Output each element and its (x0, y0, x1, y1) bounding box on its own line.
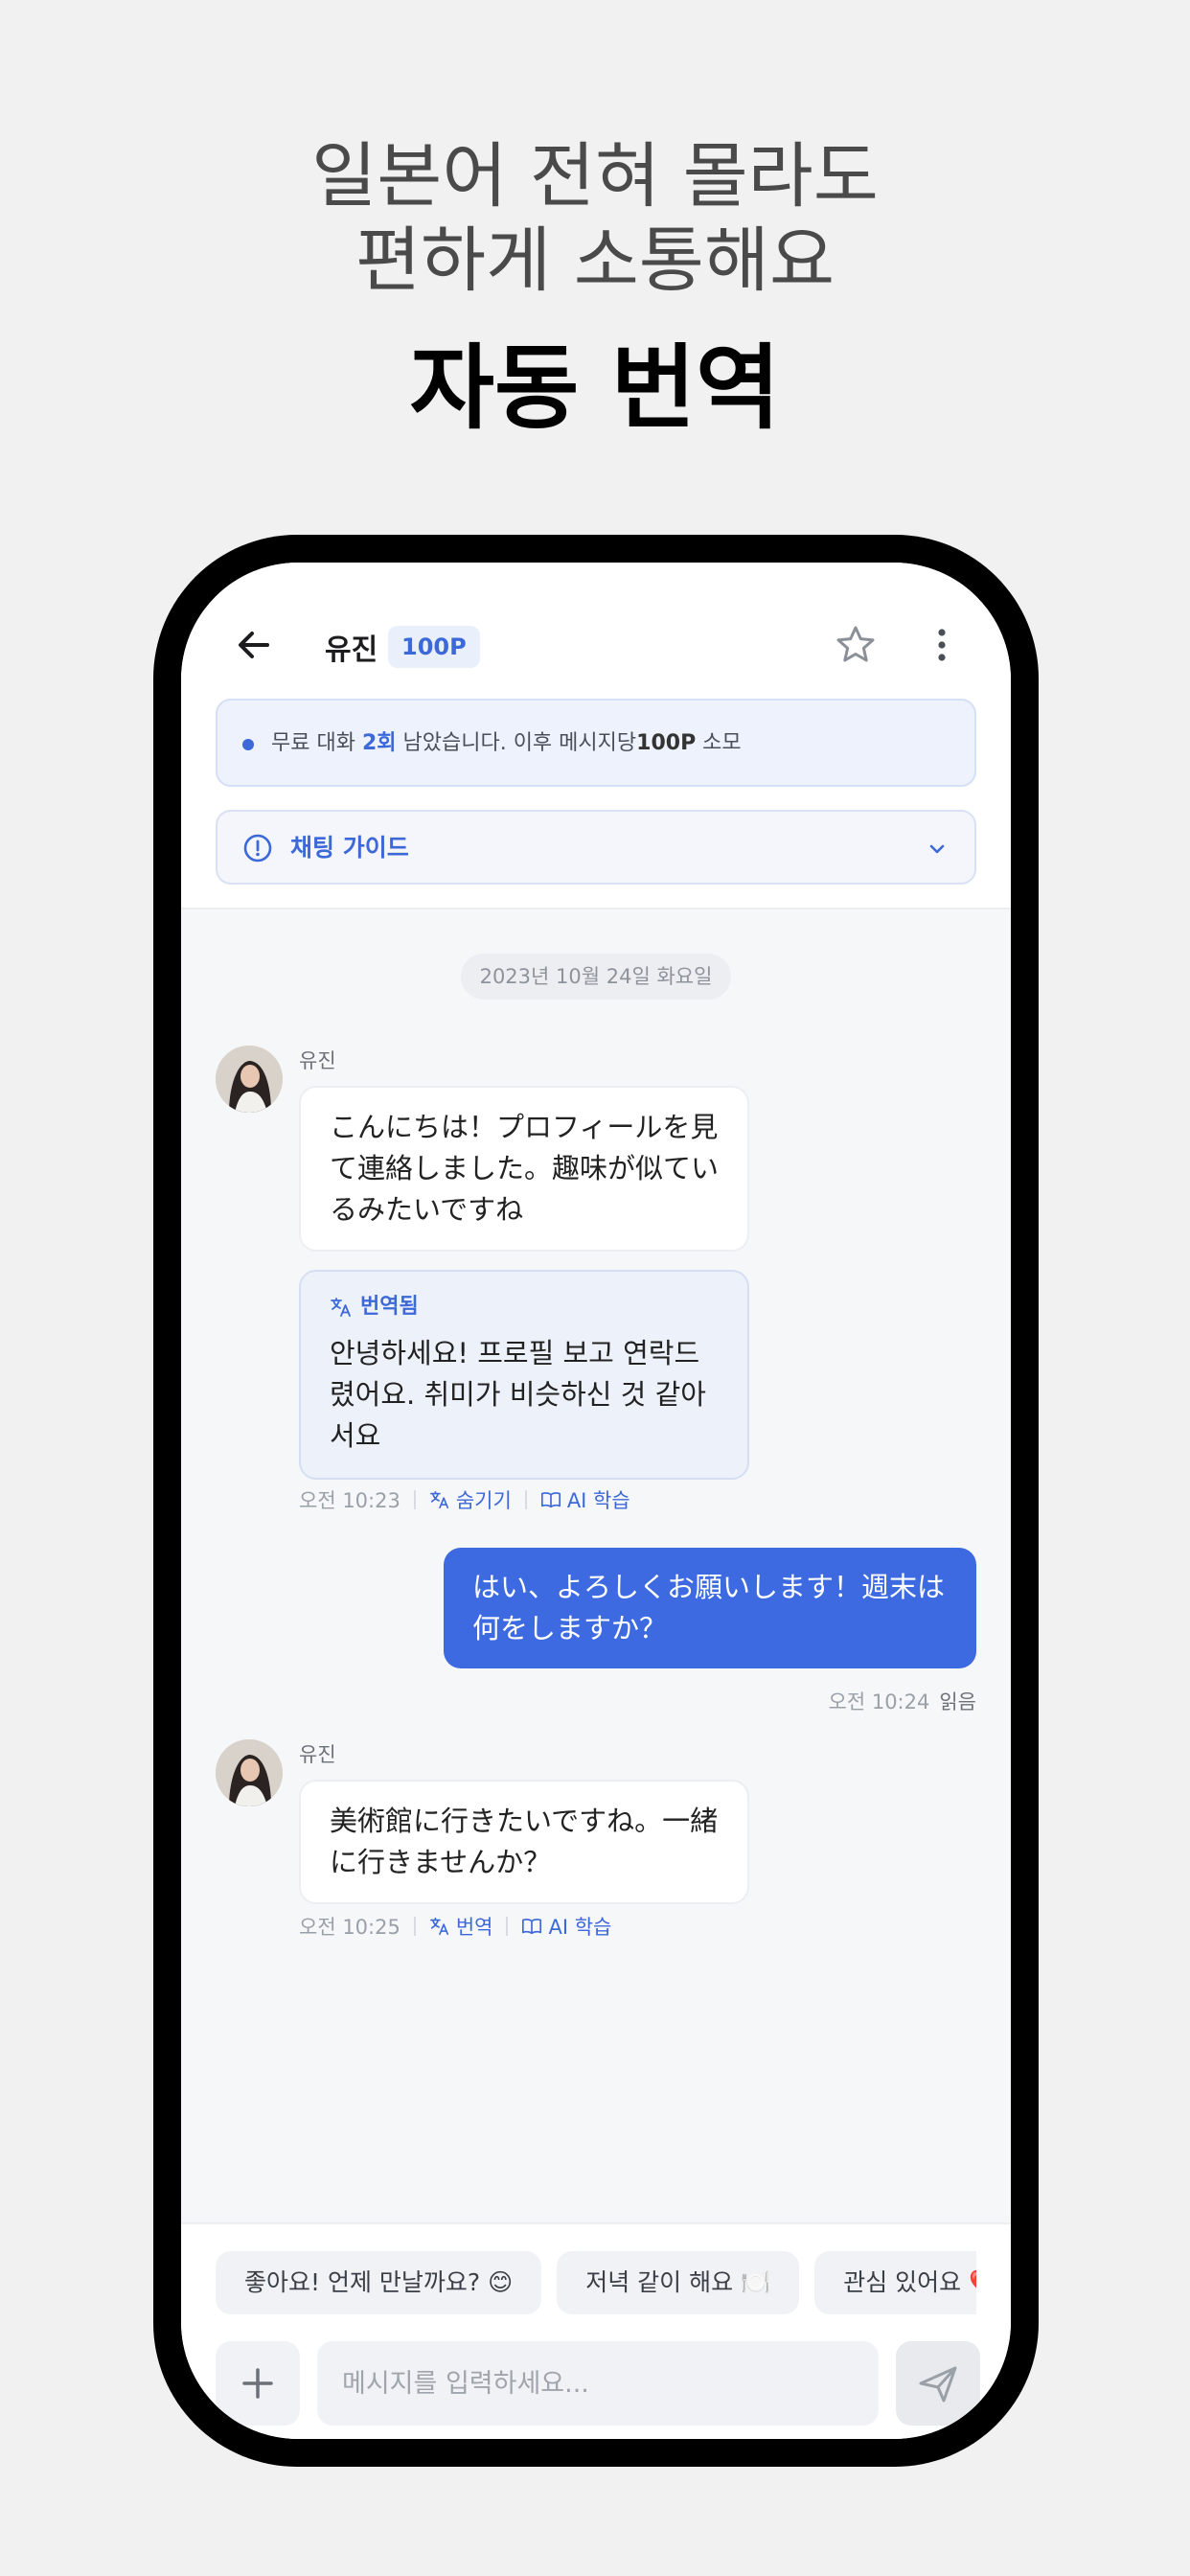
notice-prefix: 무료 대화 (271, 731, 362, 755)
sender-name: 유진 (299, 1049, 336, 1072)
incoming-message-bubble[interactable]: 美術館に行きたいですね。一緒に行きませんか？ (299, 1780, 749, 1904)
avatar[interactable] (216, 1739, 283, 1806)
read-status: 읽음 (939, 1690, 976, 1714)
plus-icon (242, 2368, 273, 2399)
quick-replies: 좋아요! 언제 만날까요? 😊저녁 같이 해요 🍽️관심 있어요 ❤️ (216, 2251, 976, 2314)
send-icon (919, 2366, 957, 2403)
divider (524, 1490, 527, 1509)
message-time: 오전 10:25 (299, 1916, 400, 1939)
notice-dot-icon (242, 739, 254, 750)
incoming-message-bubble[interactable]: こんにちは！プロフィールを見て連絡しました。趣味が似ているみたいですね (299, 1086, 749, 1252)
divider (413, 1490, 416, 1509)
book-icon (540, 1492, 561, 1508)
promo-subtitle: 일본어 전혀 몰라도 편하게 소통해요 (0, 134, 1190, 303)
notice-suffix: 소모 (696, 731, 742, 755)
chat-header: 유진 100P 무료 대화 2회 남았습니다. 이후 메시지당100P 소모 채… (181, 563, 1011, 909)
outgoing-message-bubble[interactable]: はい、よろしくお願いします！週末は何をしますか？ (444, 1548, 976, 1668)
avatar[interactable] (216, 1046, 283, 1113)
profile-photo-icon (216, 1739, 283, 1806)
quick-reply-chip[interactable]: 관심 있어요 ❤️ (814, 2251, 976, 2314)
ai-learn-button[interactable]: AI 학습 (521, 1912, 611, 1941)
notice-middle: 남았습니다. 이후 메시지당 (396, 731, 637, 755)
free-chat-notice: 무료 대화 2회 남았습니다. 이후 메시지당100P 소모 (216, 699, 976, 787)
message-meta: 오전 10:23 숨기기 AI 학습 (299, 1485, 630, 1514)
notice-text: 무료 대화 2회 남았습니다. 이후 메시지당100P 소모 (271, 727, 742, 760)
translated-text: 안녕하세요! 프로필 보고 연락드렸어요. 취미가 비슷하신 것 같아서요 (330, 1337, 706, 1452)
quick-reply-chip[interactable]: 좋아요! 언제 만날까요? 😊 (216, 2251, 542, 2314)
star-icon (836, 626, 875, 662)
book-icon (522, 1919, 542, 1935)
translated-header: 번역됨 (330, 1293, 719, 1322)
more-options-button[interactable] (919, 622, 965, 668)
promo-subtitle-line2: 편하게 소통해요 (355, 219, 835, 302)
message-input[interactable] (317, 2341, 879, 2426)
more-vertical-icon (938, 629, 946, 661)
hide-translation-label: 숨기기 (455, 1489, 512, 1512)
ai-learn-label: AI 학습 (566, 1489, 630, 1512)
chevron-down-icon (929, 844, 945, 854)
date-divider: 2023년 10월 24일 화요일 (461, 954, 731, 1000)
chat-guide-toggle[interactable]: 채팅 가이드 (216, 810, 976, 885)
quick-reply-chip[interactable]: 저녁 같이 해요 🍽️ (557, 2251, 800, 2314)
message-meta: 오전 10:25 번역 AI 학습 (299, 1912, 611, 1941)
phone-frame: 유진 100P 무료 대화 2회 남았습니다. 이후 메시지당100P 소모 채… (153, 535, 1039, 2467)
profile-photo-icon (216, 1046, 283, 1113)
notice-count: 2회 (361, 731, 397, 755)
notice-cost: 100P (636, 731, 697, 755)
ai-learn-button[interactable]: AI 학습 (540, 1485, 630, 1514)
divider (413, 1917, 416, 1936)
composer-area: 좋아요! 언제 만날까요? 😊저녁 같이 해요 🍽️관심 있어요 ❤️ (181, 2222, 1011, 2439)
phone-screen: 유진 100P 무료 대화 2회 남았습니다. 이후 메시지당100P 소모 채… (181, 563, 1011, 2439)
message-time: 오전 10:23 (299, 1489, 400, 1512)
translate-icon (331, 1298, 351, 1317)
translate-label: 번역 (455, 1916, 493, 1939)
divider (506, 1917, 509, 1936)
message-time: 오전 10:24 (828, 1690, 930, 1714)
attach-button[interactable] (216, 2341, 300, 2426)
outgoing-message-meta: 오전 10:24 읽음 (829, 1687, 976, 1715)
translate-icon (429, 1917, 448, 1936)
hide-translation-button[interactable]: 숨기기 (429, 1485, 512, 1514)
chat-guide-label: 채팅 가이드 (290, 834, 409, 862)
info-circle-icon (243, 834, 272, 862)
ai-learn-label: AI 학습 (548, 1916, 612, 1939)
translated-message-bubble[interactable]: 번역됨 안녕하세요! 프로필 보고 연락드렸어요. 취미가 비슷하신 것 같아서… (299, 1270, 749, 1480)
arrow-left-icon (239, 632, 269, 658)
promo-subtitle-line1: 일본어 전혀 몰라도 (311, 135, 879, 218)
translated-label: 번역됨 (360, 1295, 419, 1319)
back-button[interactable] (231, 622, 277, 668)
chat-title: 유진 (325, 633, 378, 667)
points-badge: 100P (388, 626, 480, 668)
translate-button[interactable]: 번역 (429, 1912, 493, 1941)
promo-headline: 자동 번역 (409, 334, 781, 442)
send-button[interactable] (896, 2341, 980, 2426)
sender-name: 유진 (299, 1743, 336, 1766)
favorite-button[interactable] (833, 622, 879, 668)
translate-icon (429, 1490, 448, 1509)
